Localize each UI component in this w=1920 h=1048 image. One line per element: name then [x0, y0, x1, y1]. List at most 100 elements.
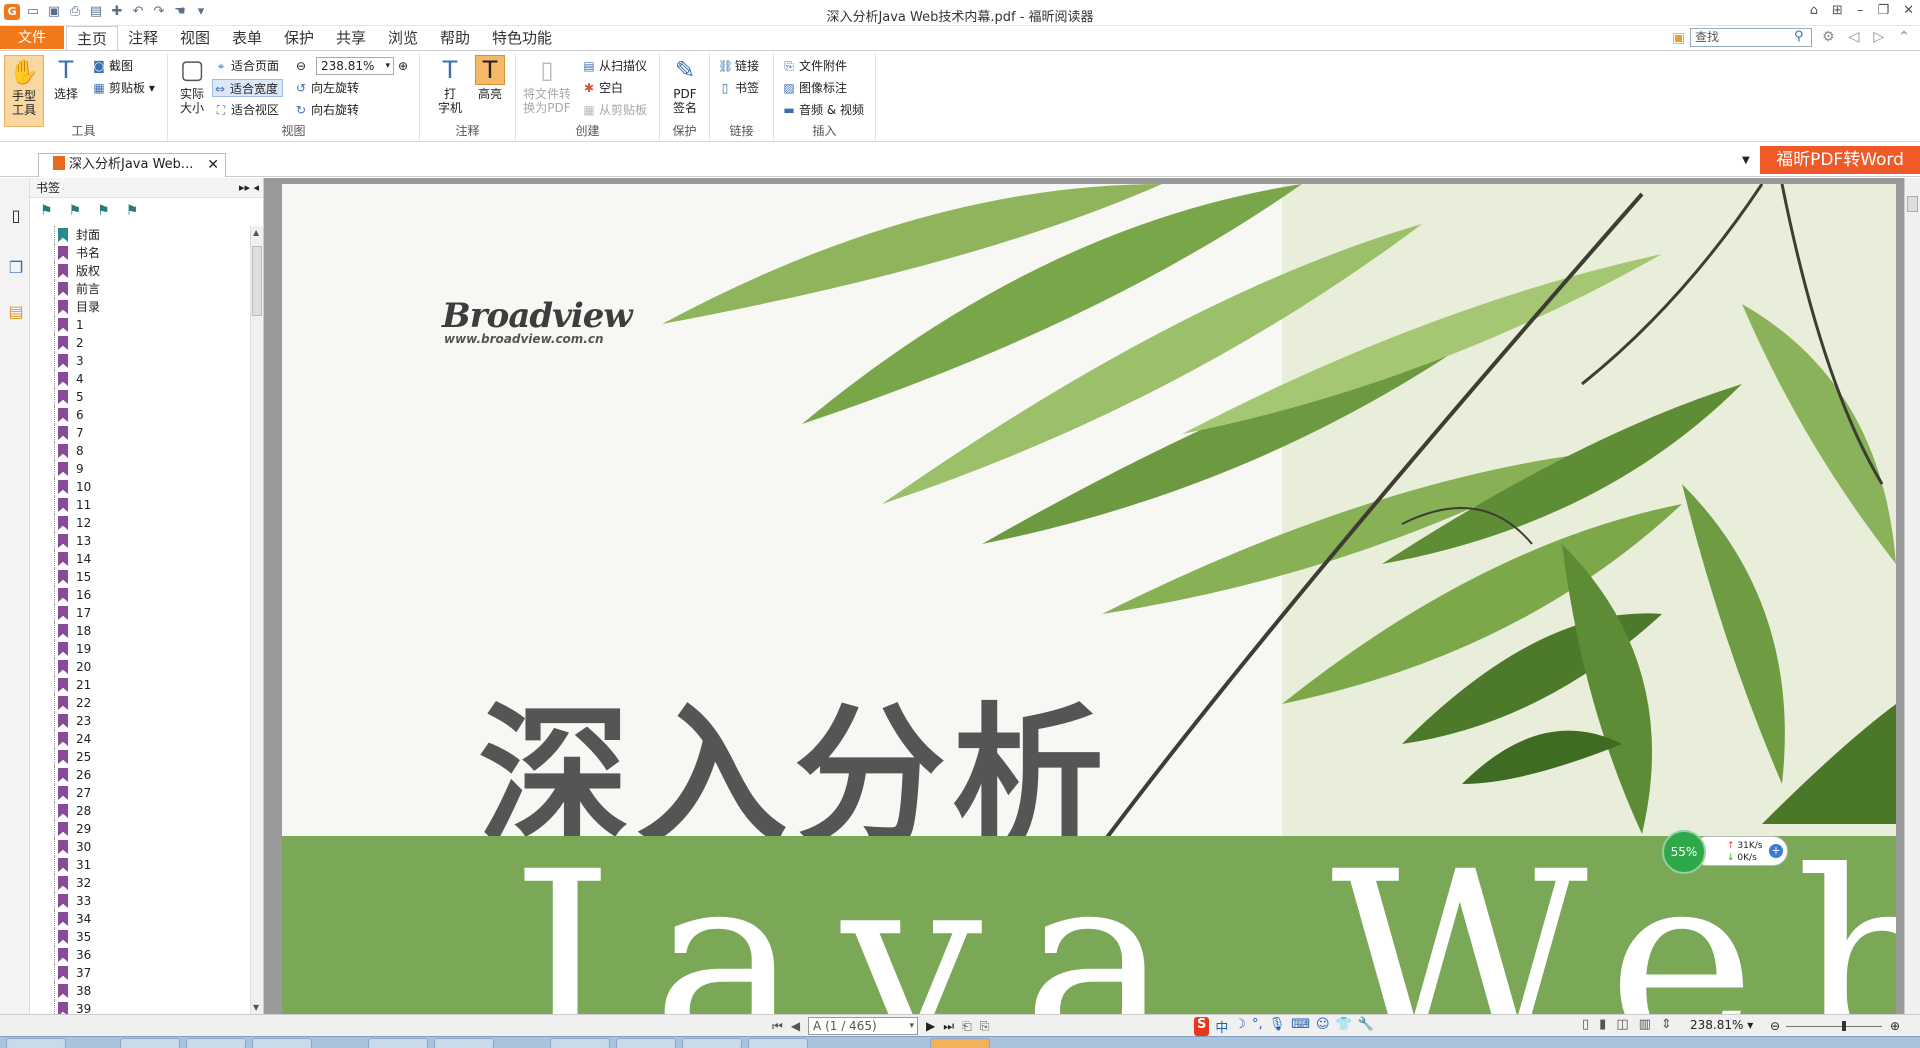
widget-plus-icon[interactable]: +	[1769, 844, 1783, 858]
bookmark-item[interactable]: 8	[30, 442, 250, 460]
fit-visible-button[interactable]: ⛶ 适合视区	[214, 101, 279, 119]
find-bookmark-icon[interactable]: ⚑	[126, 203, 139, 219]
restore-icon[interactable]: ❐	[1877, 3, 1889, 18]
tab-features[interactable]: 特色功能	[482, 26, 562, 50]
bookmark-item[interactable]: 39	[30, 1000, 250, 1014]
bookmark-item[interactable]: 12	[30, 514, 250, 532]
bookmark-item[interactable]: 26	[30, 766, 250, 784]
collapse-ribbon-icon[interactable]: ⌃	[1898, 29, 1910, 45]
bookmark-item[interactable]: 33	[30, 892, 250, 910]
bookmark-item[interactable]: 25	[30, 748, 250, 766]
moon-icon[interactable]: ☽	[1234, 1017, 1246, 1036]
bookmark-item[interactable]: 10	[30, 478, 250, 496]
bookmark-item[interactable]: 21	[30, 676, 250, 694]
bookmark-item[interactable]: 27	[30, 784, 250, 802]
sogou-icon[interactable]: S	[1194, 1017, 1210, 1036]
convert-to-pdf-button[interactable]: ▯ 将文件转 换为PDF	[520, 55, 574, 115]
forward-icon[interactable]: ▷	[1873, 29, 1884, 45]
mic-icon[interactable]: 🎙	[1269, 1017, 1286, 1036]
typewriter-button[interactable]: T 打 字机	[432, 55, 468, 115]
bookmark-item[interactable]: 31	[30, 856, 250, 874]
bookmark-item[interactable]: 15	[30, 568, 250, 586]
document-scroll-thumb[interactable]	[1907, 196, 1918, 212]
bookmark-item[interactable]: 24	[30, 730, 250, 748]
link-button[interactable]: ⛓ 链接	[718, 57, 759, 75]
bookmark-item[interactable]: 38	[30, 982, 250, 1000]
taskbar-item-foxit[interactable]	[930, 1038, 990, 1048]
scroll-down-icon[interactable]: ▼	[253, 1003, 259, 1012]
panel-controls[interactable]: ▸▸ ◂	[239, 178, 259, 198]
highlight-button[interactable]: T 高亮	[472, 55, 508, 101]
page-dropdown-icon[interactable]: ▾	[910, 1018, 915, 1034]
tab-share[interactable]: 共享	[326, 26, 376, 50]
last-page-icon[interactable]: ⏭	[943, 1019, 954, 1034]
document-view[interactable]: Broadview www.broadview.com.cn 深入分析 Java…	[264, 178, 1920, 1014]
bookmark-item[interactable]: 目录	[30, 298, 250, 316]
bookmark-item[interactable]: 3	[30, 352, 250, 370]
start-button[interactable]	[6, 1038, 66, 1048]
first-page-icon[interactable]: ⏮	[772, 1019, 783, 1034]
tab-home[interactable]: 主页	[66, 26, 119, 51]
close-icon[interactable]: ✕	[1903, 3, 1914, 18]
bookmark-item[interactable]: 36	[30, 946, 250, 964]
rotate-left-button[interactable]: ↺ 向左旋转	[294, 79, 359, 97]
scroll-up-icon[interactable]: ▲	[253, 228, 259, 237]
zoom-out-icon[interactable]: ⊖	[296, 57, 306, 75]
image-annotation-button[interactable]: ▨ 图像标注	[782, 79, 847, 97]
from-scanner-button[interactable]: ▤ 从扫描仪	[582, 57, 647, 75]
from-clipboard-button[interactable]: ▦ 从剪贴板	[582, 101, 647, 119]
taskbar-item-4[interactable]	[368, 1038, 428, 1048]
bookmark-item[interactable]: 18	[30, 622, 250, 640]
zoom-field[interactable]: 238.81% ▾	[316, 57, 394, 75]
promo-banner[interactable]: 福昕PDF转Word	[1760, 146, 1920, 174]
scroll-thumb[interactable]	[252, 246, 262, 316]
prev-view-icon[interactable]: ⎗	[962, 1019, 972, 1034]
taskbar-item-1[interactable]	[120, 1038, 180, 1048]
clipboard-button[interactable]: ▦ 剪贴板 ▾	[92, 79, 155, 97]
fit-width-button[interactable]: ⇔ 适合宽度	[212, 79, 284, 97]
bookmark-item[interactable]: 封面	[30, 226, 250, 244]
pages-panel-icon[interactable]: ❐	[6, 258, 26, 280]
taskbar-item-5[interactable]	[434, 1038, 494, 1048]
blank-button[interactable]: ✱ 空白	[582, 79, 623, 97]
bookmark-item[interactable]: 30	[30, 838, 250, 856]
bookmarks-panel-icon[interactable]: ▯	[6, 206, 26, 228]
network-speed-widget[interactable]: ↑ 31K/s ↓ 0K/s + 55%	[1662, 830, 1788, 874]
bookmark-scrollbar[interactable]: ▲ ▼	[250, 226, 263, 1014]
bookmark-item[interactable]: 23	[30, 712, 250, 730]
split-icon[interactable]: ⇕	[1661, 1017, 1672, 1032]
single-page-icon[interactable]: ▯	[1582, 1017, 1589, 1032]
close-tab-icon[interactable]: ✕	[207, 154, 219, 176]
file-attachment-button[interactable]: ⎘ 文件附件	[782, 57, 847, 75]
rotate-right-button[interactable]: ↻ 向右旋转	[294, 101, 359, 119]
new-bookmark-icon[interactable]: ⚑	[69, 203, 82, 219]
zoom-dropdown-icon[interactable]: ▾	[385, 58, 390, 74]
bookmark-item[interactable]: 9	[30, 460, 250, 478]
tab-list-dropdown-icon[interactable]: ▼	[1742, 155, 1750, 166]
keyboard-icon[interactable]: ⌨	[1291, 1017, 1310, 1036]
bookmark-item[interactable]: 28	[30, 802, 250, 820]
expand-bookmark-icon[interactable]: ⚑	[40, 203, 53, 219]
continuous-facing-icon[interactable]: ▥	[1639, 1017, 1651, 1032]
actual-size-button[interactable]: ▢ 实际 大小	[174, 55, 210, 115]
skin-shirt-icon[interactable]: 👕	[1336, 1017, 1352, 1036]
bookmark-item[interactable]: 1	[30, 316, 250, 334]
bookmark-button[interactable]: ▯ 书签	[718, 79, 759, 97]
bookmark-item[interactable]: 7	[30, 424, 250, 442]
bookmark-item[interactable]: 37	[30, 964, 250, 982]
tab-view[interactable]: 视图	[170, 26, 220, 50]
taskbar-item-9[interactable]	[748, 1038, 808, 1048]
continuous-page-icon[interactable]: ▮	[1599, 1017, 1606, 1032]
tab-comment[interactable]: 注释	[118, 26, 168, 50]
tab-help[interactable]: 帮助	[430, 26, 480, 50]
bookmark-item[interactable]: 5	[30, 388, 250, 406]
bookmark-item[interactable]: 4	[30, 370, 250, 388]
bookmark-item[interactable]: 29	[30, 820, 250, 838]
skin-icon[interactable]: ⌂	[1810, 3, 1818, 18]
taskbar-item-6[interactable]	[550, 1038, 610, 1048]
hand-tool-button[interactable]: ✋ 手型 工具	[4, 55, 44, 127]
screenshot-button[interactable]: ◙ 截图	[92, 57, 133, 75]
bookmark-item[interactable]: 书名	[30, 244, 250, 262]
bookmark-item[interactable]: 34	[30, 910, 250, 928]
tab-browse[interactable]: 浏览	[378, 26, 428, 50]
